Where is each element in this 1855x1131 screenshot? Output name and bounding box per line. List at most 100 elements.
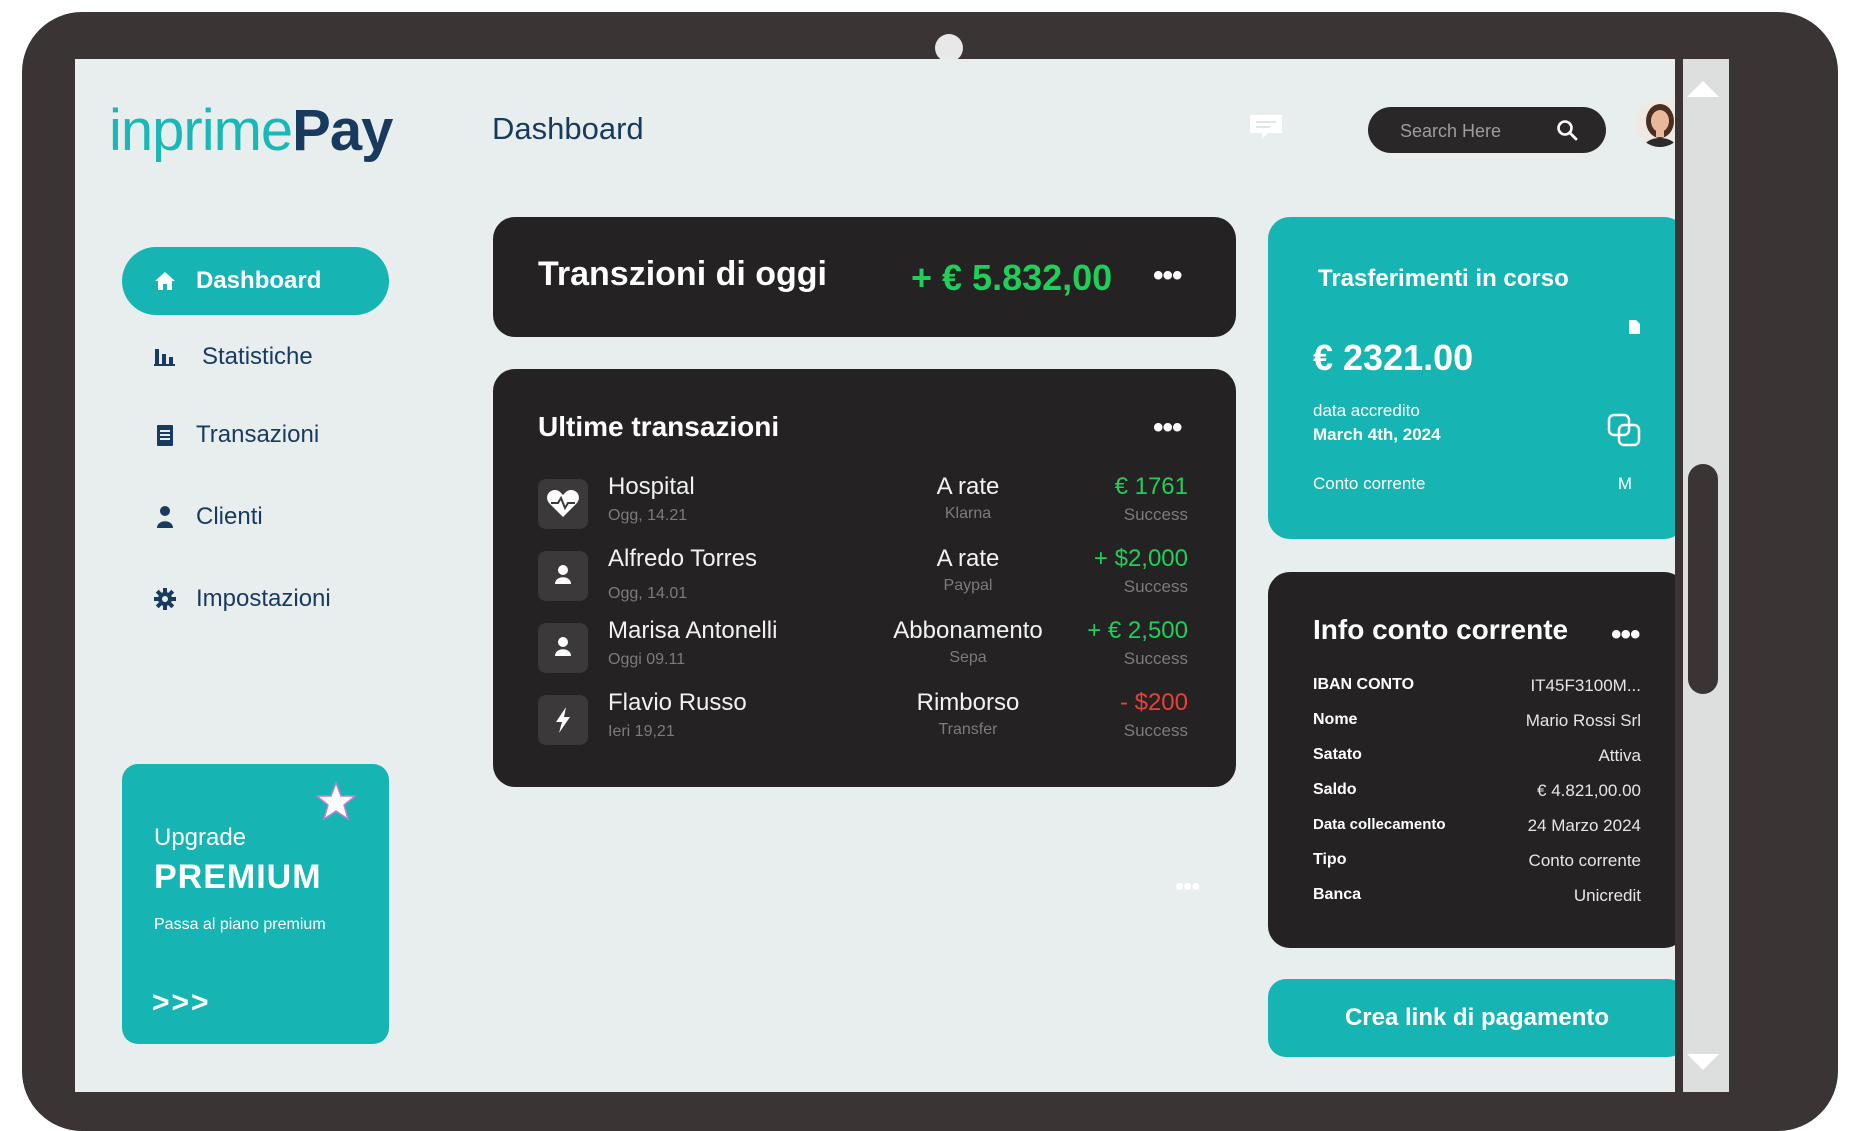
transaction-time: Oggi 09.11 xyxy=(608,651,686,668)
transaction-provider: Paypal xyxy=(943,577,993,594)
transfers-in-progress-card[interactable]: Trasferimenti in corso € 2321.00 data ac… xyxy=(1268,217,1686,539)
sidebar-item-dashboard[interactable]: Dashboard xyxy=(122,247,389,315)
brand-logo-part2: Pay xyxy=(292,98,393,163)
brand-logo-part1: inprime xyxy=(109,98,293,163)
transaction-method: A rate xyxy=(936,473,1000,500)
user-icon xyxy=(538,551,588,601)
more-icon[interactable]: ••• xyxy=(1153,261,1182,291)
scrollbar[interactable] xyxy=(1675,59,1729,1092)
today-transactions-card: Transzioni di oggi + € 5.832,00 ••• xyxy=(493,217,1236,337)
transaction-status: Success xyxy=(1123,721,1188,740)
scrollbar-thumb[interactable] xyxy=(1688,464,1718,694)
sidebar-item-label: Dashboard xyxy=(196,267,322,294)
sidebar-item-label: Clienti xyxy=(196,503,263,530)
info-key: IBAN CONTO xyxy=(1313,676,1415,693)
sidebar-item-statistiche[interactable]: Statistiche xyxy=(122,323,389,391)
transfer-date-label: data accredito xyxy=(1313,401,1420,420)
sidebar-item-impostazioni[interactable]: Impostazioni xyxy=(122,565,389,633)
info-value: 24 Marzo 2024 xyxy=(1527,816,1641,835)
upgrade-arrows[interactable]: >>> xyxy=(152,986,211,1020)
transfer-account: Conto corrente xyxy=(1313,474,1426,493)
transaction-amount: + € 2,500 xyxy=(1087,617,1188,644)
user-icon xyxy=(538,623,588,673)
sidebar-item-label: Transazioni xyxy=(196,421,320,448)
info-row: Saldo € 4.821,00.00 xyxy=(1313,781,1641,809)
lightning-icon xyxy=(538,695,588,745)
transaction-method: Rimborso xyxy=(916,689,1020,716)
bar-chart-icon xyxy=(154,349,175,366)
recent-transactions-card: Ultime transazioni ••• Hospital Ogg, 14.… xyxy=(493,369,1236,787)
upgrade-card[interactable]: Upgrade PREMIUM Passa al piano premium >… xyxy=(122,764,389,1044)
today-amount: + € 5.832,00 xyxy=(911,257,1113,298)
info-value: IT45F3100M... xyxy=(1530,676,1641,695)
brand-logo[interactable]: inprimePay xyxy=(109,97,393,164)
document-icon xyxy=(157,425,173,446)
create-payment-link-button[interactable]: Crea link di pagamento xyxy=(1268,979,1686,1057)
more-icon[interactable]: ••• xyxy=(1153,413,1182,443)
chat-icon[interactable] xyxy=(1248,113,1284,141)
transaction-row[interactable]: Marisa Antonelli Oggi 09.11 Abbonamento … xyxy=(538,617,1188,679)
more-icon[interactable]: ••• xyxy=(1175,871,1200,902)
info-key: Banca xyxy=(1313,886,1362,903)
page-title: Dashboard xyxy=(492,111,644,146)
transaction-amount: € 1761 xyxy=(1114,473,1188,500)
home-icon xyxy=(155,272,175,290)
transaction-row[interactable]: Alfredo Torres Ogg, 14.01 A rate Paypal … xyxy=(538,545,1188,607)
file-icon[interactable] xyxy=(1627,319,1641,335)
today-title: Transzioni di oggi xyxy=(538,255,827,293)
user-icon xyxy=(157,506,173,528)
star-icon xyxy=(314,780,358,821)
search-input[interactable] xyxy=(1398,115,1562,147)
transaction-name: Marisa Antonelli xyxy=(608,617,778,644)
transaction-time: Ogg, 14.21 xyxy=(608,507,688,524)
transaction-provider: Transfer xyxy=(938,721,998,738)
upgrade-label: Upgrade xyxy=(154,824,247,851)
info-value: Unicredit xyxy=(1573,886,1641,905)
transaction-status: Success xyxy=(1123,577,1188,596)
upgrade-title: PREMIUM xyxy=(154,858,322,896)
transaction-name: Flavio Russo xyxy=(608,689,747,716)
transaction-provider: Sepa xyxy=(949,649,987,666)
info-row: IBAN CONTO IT45F3100M... xyxy=(1313,676,1641,704)
transaction-time: Ogg, 14.01 xyxy=(608,585,688,602)
sidebar-item-clienti[interactable]: Clienti xyxy=(122,483,389,551)
recent-title: Ultime transazioni xyxy=(538,411,780,442)
info-row: Nome Mario Rossi Srl xyxy=(1313,711,1641,739)
search-bar xyxy=(1368,107,1606,153)
camera xyxy=(935,34,963,62)
heart-pulse-icon xyxy=(538,479,588,529)
gear-icon xyxy=(154,588,176,610)
transaction-row[interactable]: Hospital Ogg, 14.21 A rate Klarna € 1761… xyxy=(538,473,1188,535)
sidebar-item-label: Impostazioni xyxy=(196,585,331,612)
transaction-amount: - $200 xyxy=(1119,689,1188,716)
info-key: Nome xyxy=(1313,711,1358,728)
info-row: Satato Attiva xyxy=(1313,746,1641,774)
sidebar-item-label: Statistiche xyxy=(202,343,313,370)
more-icon[interactable]: ••• xyxy=(1611,620,1640,650)
scroll-up-icon[interactable] xyxy=(1687,81,1719,97)
info-row: Tipo Conto corrente xyxy=(1313,851,1641,879)
screen: inprimePay Dashboard Search Here Dashboa… xyxy=(75,59,1729,1092)
transfer-date-value: March 4th, 2024 xyxy=(1313,425,1441,444)
upgrade-description: Passa al piano premium xyxy=(154,916,326,933)
transfer-amount: € 2321.00 xyxy=(1313,337,1474,378)
info-value: Conto corrente xyxy=(1528,851,1641,870)
account-info-title: Info conto corrente xyxy=(1313,614,1569,645)
transaction-status: Success xyxy=(1123,505,1188,524)
info-row: Banca Unicredit xyxy=(1313,886,1641,914)
sidebar-item-transazioni[interactable]: Transazioni xyxy=(122,401,389,469)
transaction-method: A rate xyxy=(936,545,1000,572)
copy-icon[interactable] xyxy=(1606,412,1642,448)
info-value: Attiva xyxy=(1598,746,1641,765)
info-key: Satato xyxy=(1313,746,1362,763)
scrollbar-edge xyxy=(1675,59,1683,1092)
search-icon[interactable] xyxy=(1556,119,1578,141)
info-value: Mario Rossi Srl xyxy=(1525,711,1641,730)
info-key: Saldo xyxy=(1313,781,1357,798)
scroll-down-icon[interactable] xyxy=(1687,1054,1719,1070)
transaction-name: Hospital xyxy=(608,473,695,500)
transfer-account-code: M xyxy=(1617,474,1632,493)
transaction-row[interactable]: Flavio Russo Ieri 19,21 Rimborso Transfe… xyxy=(538,689,1188,751)
info-key: Tipo xyxy=(1313,851,1347,868)
info-key: Data collecamento xyxy=(1313,816,1446,833)
